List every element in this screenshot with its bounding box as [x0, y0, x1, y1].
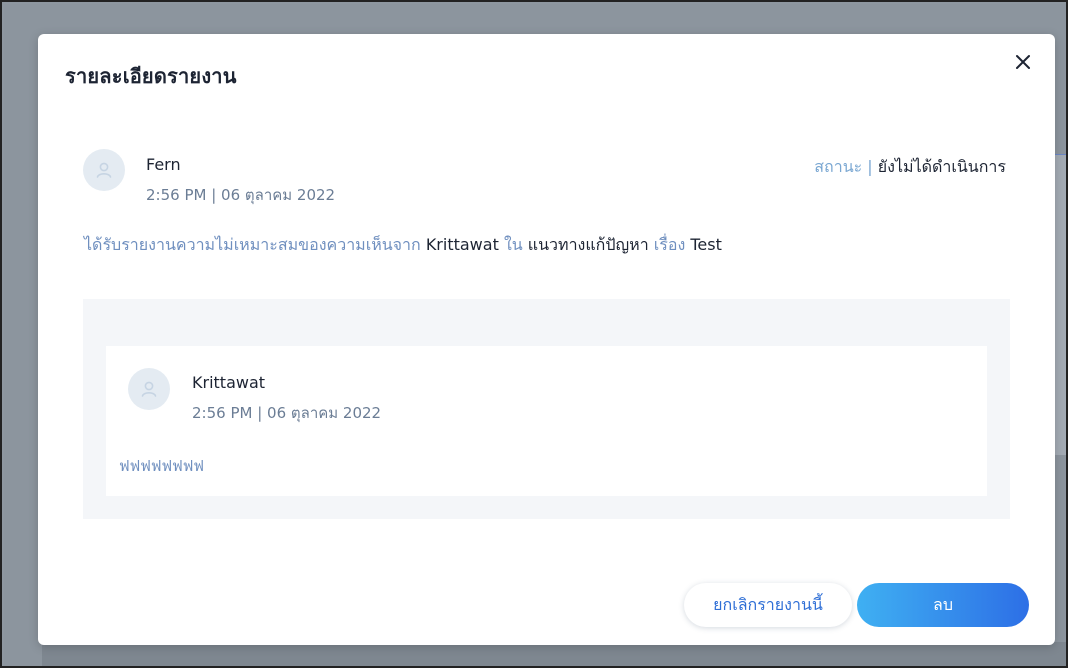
delete-button[interactable]: ลบ — [857, 583, 1029, 627]
report-detail-modal: รายละเอียดรายงาน Fern 2:56 PM | 06 ตุลาค… — [38, 34, 1055, 645]
reporter-name: Fern — [146, 155, 181, 174]
comment-author-name: Krittawat — [192, 373, 266, 392]
user-icon — [141, 381, 157, 397]
cancel-report-button[interactable]: ยกเลิกรายงานนี้ — [684, 583, 852, 627]
backdrop-bottom-strip — [42, 642, 1066, 666]
reported-comment-card: Krittawat 2:56 PM | 06 ตุลาคม 2022 ฟฟฟฟฟ… — [106, 346, 987, 496]
comment-author-avatar — [128, 368, 170, 410]
reporter-timestamp: 2:56 PM | 06 ตุลาคม 2022 — [146, 186, 336, 204]
status-label: สถานะ | — [814, 157, 873, 176]
report-message: ได้รับรายงานความไม่เหมาะสมของความเห็นจาก… — [84, 233, 722, 258]
report-message-category: แนวทางแก้ปัญหา — [527, 235, 649, 254]
app-frame: รายละเอียดรายงาน Fern 2:56 PM | 06 ตุลาค… — [0, 0, 1068, 668]
report-status: สถานะ | ยังไม่ได้ดำเนินการ — [814, 155, 1006, 180]
report-message-topic: Test — [690, 235, 722, 254]
user-icon — [96, 162, 112, 178]
reporter-avatar — [83, 149, 125, 191]
report-message-topic-word: เรื่อง — [653, 235, 686, 254]
comment-timestamp: 2:56 PM | 06 ตุลาคม 2022 — [192, 404, 382, 422]
modal-title: รายละเอียดรายงาน — [65, 64, 237, 88]
comment-text: ฟฟฟฟฟฟฟฟ — [119, 457, 204, 475]
report-message-author: Krittawat — [425, 235, 499, 254]
close-icon — [1016, 55, 1030, 69]
status-value: ยังไม่ได้ดำเนินการ — [877, 157, 1006, 176]
report-message-prefix: ได้รับรายงานความไม่เหมาะสมของความเห็นจาก — [84, 235, 421, 254]
close-button[interactable] — [1013, 52, 1033, 72]
reported-comment-panel: Krittawat 2:56 PM | 06 ตุลาคม 2022 ฟฟฟฟฟ… — [83, 299, 1010, 519]
report-message-in: ใน — [503, 235, 523, 254]
